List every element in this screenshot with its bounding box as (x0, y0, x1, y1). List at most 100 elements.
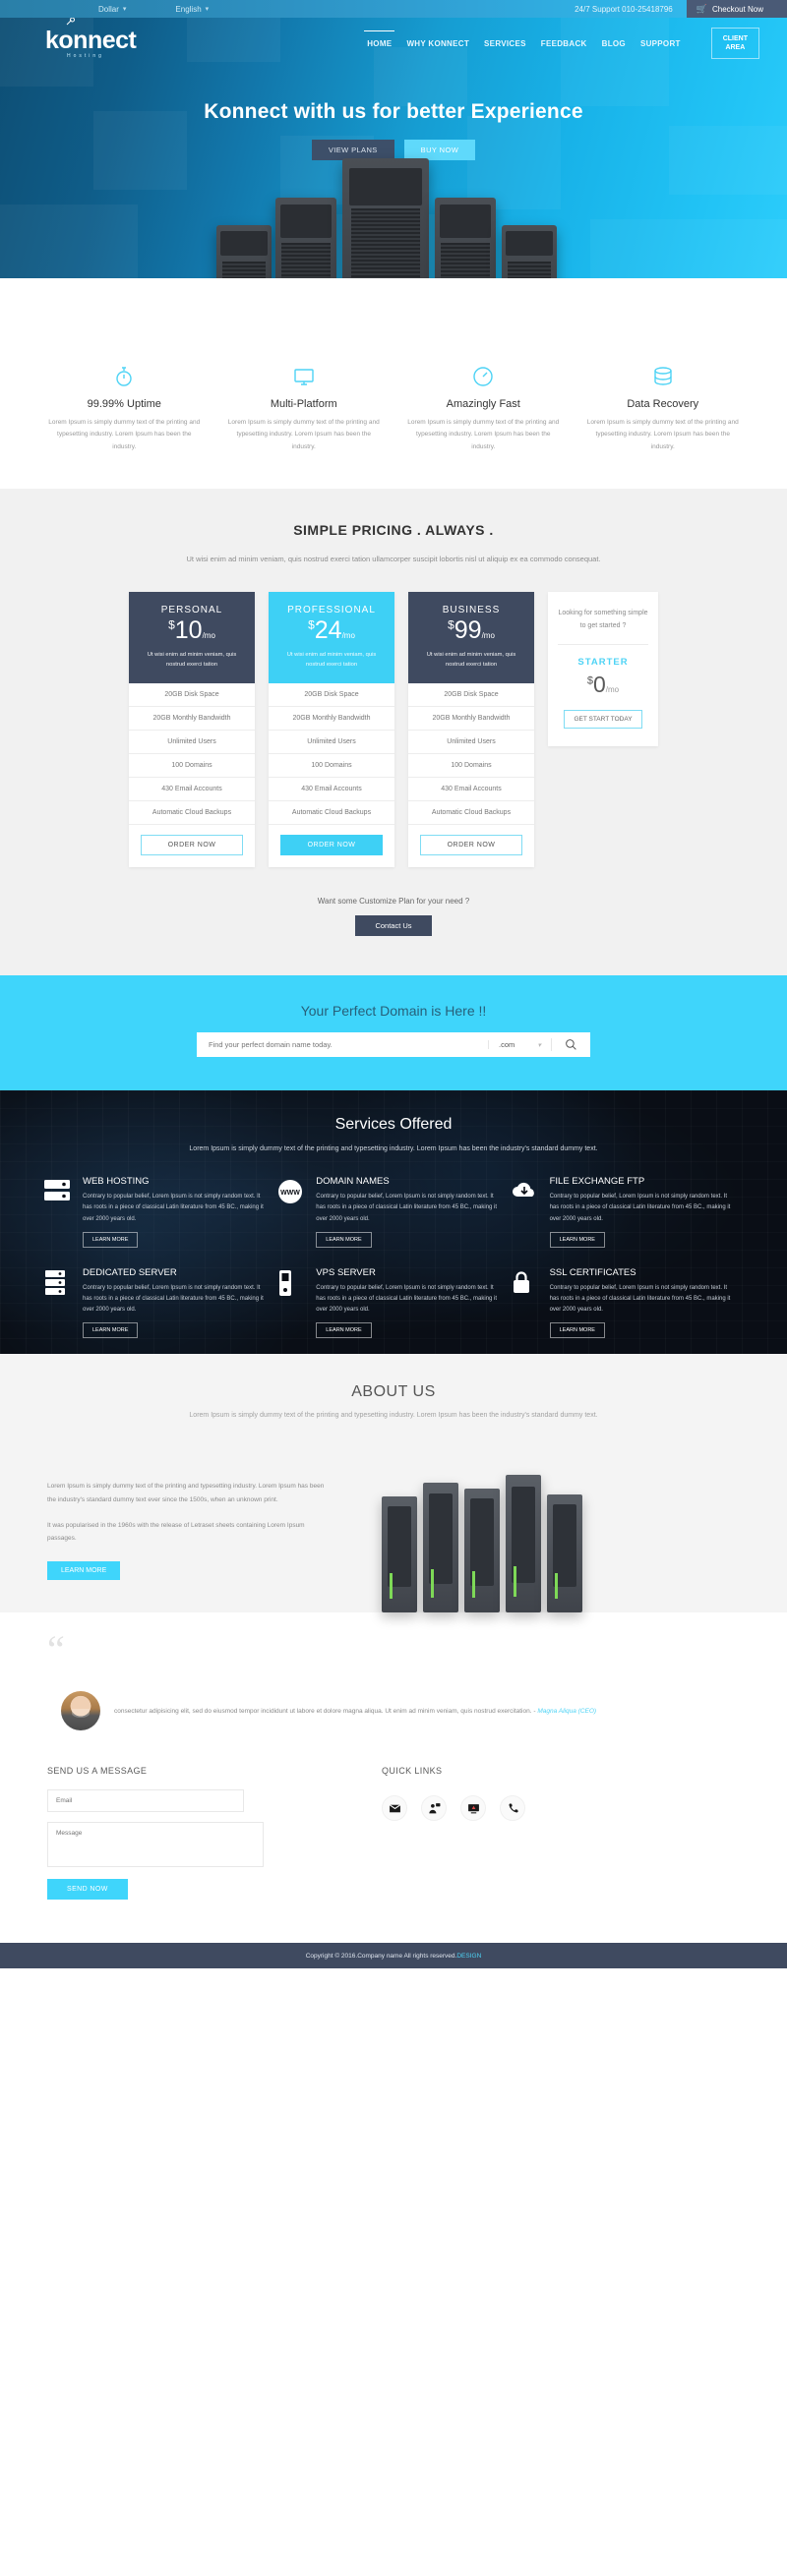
order-now-button[interactable]: ORDER NOW (280, 835, 383, 856)
about-row: Lorem Ipsum is simply dummy text of the … (0, 1423, 787, 1613)
main-nav: HOME WHY KONNECT SERVICES FEEDBACK BLOG … (364, 27, 759, 60)
tld-label: .com (499, 1040, 515, 1050)
support-link[interactable] (421, 1795, 447, 1822)
service-dedicated-server: DEDICATED SERVER Contrary to popular bel… (43, 1267, 276, 1338)
order-now-button[interactable]: ORDER NOW (141, 835, 243, 856)
contact-section: SEND US A MESSAGE SEND NOW QUICK LINKS (0, 1730, 787, 1944)
checkout-button[interactable]: 🛒 Checkout Now (686, 0, 787, 18)
feature-text: Lorem Ipsum is simply dummy text of the … (407, 419, 560, 450)
learn-more-button[interactable]: LEARN MORE (549, 1231, 605, 1248)
service-text: Contrary to popular belief, Lorem Ipsum … (83, 1284, 264, 1313)
email-field[interactable] (47, 1789, 244, 1813)
currency-label: Dollar (98, 4, 119, 14)
domain-search-input[interactable] (197, 1040, 488, 1050)
plan-features: 20GB Disk Space 20GB Monthly Bandwidth U… (408, 683, 534, 826)
svg-text:WWW: WWW (280, 1190, 300, 1197)
message-field[interactable] (47, 1822, 264, 1868)
about-text-block: Lorem Ipsum is simply dummy text of the … (47, 1470, 333, 1580)
order-now-button[interactable]: ORDER NOW (420, 835, 522, 856)
starter-question: Looking for something simple to get star… (558, 608, 648, 646)
monitor-alert-icon (467, 1804, 479, 1814)
plan-feature: Unlimited Users (129, 731, 255, 755)
plan-feature: Automatic Cloud Backups (129, 801, 255, 826)
about-heading: ABOUT US (351, 1383, 436, 1401)
currency-selector[interactable]: Dollar ▾ (98, 5, 126, 14)
nav-item-blog[interactable]: BLOG (602, 39, 626, 48)
language-selector[interactable]: English ▾ (175, 5, 209, 14)
service-text: Contrary to popular belief, Lorem Ipsum … (316, 1194, 498, 1222)
service-title: WEB HOSTING (83, 1176, 150, 1188)
design-credit-link[interactable]: DESIGN (456, 1953, 481, 1960)
plug-icon (66, 18, 75, 25)
nav-item-support[interactable]: SUPPORT (640, 39, 681, 48)
pricing-subheading: Ut wisi enim ad minim veniam, quis nostr… (186, 555, 601, 564)
about-learn-more-button[interactable]: LEARN MORE (47, 1560, 121, 1580)
pricing-section: SIMPLE PRICING . ALWAYS . Ut wisi enim a… (0, 489, 787, 976)
customize-block: Want some Customize Plan for your need ?… (0, 897, 787, 937)
plan-feature: 430 Email Accounts (269, 778, 394, 802)
nav-item-feedback[interactable]: FEEDBACK (541, 39, 587, 48)
database-icon (578, 365, 749, 388)
hero-title: Konnect with us for better Experience (204, 100, 583, 123)
service-title: DOMAIN NAMES (316, 1176, 390, 1188)
support-agent-icon (428, 1802, 440, 1814)
plan-feature: 20GB Disk Space (269, 683, 394, 708)
price-value: 0 (592, 672, 606, 698)
plan-feature: 20GB Disk Space (129, 683, 255, 708)
nav-item-why-konnect[interactable]: WHY KONNECT (406, 39, 469, 48)
service-title: DEDICATED SERVER (83, 1266, 177, 1278)
quick-links-heading: QUICK LINKS (382, 1766, 443, 1777)
plan-feature: 20GB Disk Space (408, 683, 534, 708)
get-start-today-button[interactable]: GET START TODAY (564, 710, 642, 730)
send-now-button[interactable]: SEND NOW (47, 1879, 128, 1901)
service-vps-server: VPS SERVER Contrary to popular belief, L… (276, 1267, 510, 1338)
plan-header: PROFESSIONAL $24/mo Ut wisi enim ad mini… (269, 592, 394, 684)
phone-icon (508, 1803, 518, 1813)
contact-us-button[interactable]: Contact Us (355, 915, 432, 937)
learn-more-button[interactable]: LEARN MORE (549, 1321, 605, 1338)
plan-feature: 430 Email Accounts (408, 778, 534, 802)
feature-text: Lorem Ipsum is simply dummy text of the … (586, 419, 739, 450)
about-subheading: Lorem Ipsum is simply dummy text of the … (189, 1412, 598, 1420)
client-area-button[interactable]: CLIENT AREA (710, 27, 759, 60)
currency-symbol: $ (308, 617, 315, 632)
status-link[interactable] (460, 1795, 486, 1822)
nav-item-home[interactable]: HOME (364, 29, 395, 48)
testimonial-text: consectetur adipisicing elit, sed do eiu… (114, 1707, 538, 1715)
starter-name: STARTER (577, 657, 629, 669)
email-link[interactable] (382, 1795, 407, 1822)
plan-feature: Automatic Cloud Backups (408, 801, 534, 826)
plan-feature: 20GB Monthly Bandwidth (129, 707, 255, 732)
domain-search-section: Your Perfect Domain is Here !! .com ▾ (0, 975, 787, 1091)
phone-link[interactable] (500, 1795, 525, 1822)
quote-mark-icon: “ (47, 1627, 65, 1672)
service-title: SSL CERTIFICATES (549, 1266, 636, 1278)
feature-title: 99.99% Uptime (87, 398, 161, 410)
testimonial-text-block: consectetur adipisicing elit, sed do eiu… (114, 1705, 596, 1719)
learn-more-button[interactable]: LEARN MORE (316, 1231, 372, 1248)
testimonial-author: Magna Aliqua (CEO) (537, 1707, 597, 1715)
feature-uptime: 99.99% Uptime Lorem Ipsum is simply dumm… (39, 365, 210, 453)
domain-heading: Your Perfect Domain is Here !! (300, 1003, 487, 1020)
feature-multiplatform: Multi-Platform Lorem Ipsum is simply dum… (219, 365, 390, 453)
service-web-hosting: WEB HOSTING Contrary to popular belief, … (43, 1176, 276, 1248)
tld-selector[interactable]: .com ▾ (488, 1040, 551, 1050)
price-period: /mo (341, 631, 355, 641)
plan-feature: 430 Email Accounts (129, 778, 255, 802)
learn-more-button[interactable]: LEARN MORE (316, 1321, 372, 1338)
feature-fast: Amazingly Fast Lorem Ipsum is simply dum… (398, 365, 569, 453)
services-grid: WEB HOSTING Contrary to popular belief, … (43, 1176, 744, 1354)
plan-price: $10/mo (139, 616, 245, 645)
logo[interactable]: konnect Hosting (45, 18, 137, 59)
logo-text: konnect (45, 26, 137, 54)
learn-more-button[interactable]: LEARN MORE (83, 1321, 139, 1338)
plan-feature: 20GB Monthly Bandwidth (269, 707, 394, 732)
plan-order: ORDER NOW (408, 825, 534, 867)
plan-desc: Ut wisi enim ad minim veniam, quis nostr… (426, 651, 516, 668)
nav-item-services[interactable]: SERVICES (484, 39, 526, 48)
domain-search-button[interactable] (551, 1038, 590, 1052)
learn-more-button[interactable]: LEARN MORE (83, 1231, 139, 1248)
plan-feature: Unlimited Users (269, 731, 394, 755)
pricing-heading: SIMPLE PRICING . ALWAYS . (293, 522, 494, 539)
server-illustration (216, 144, 571, 278)
